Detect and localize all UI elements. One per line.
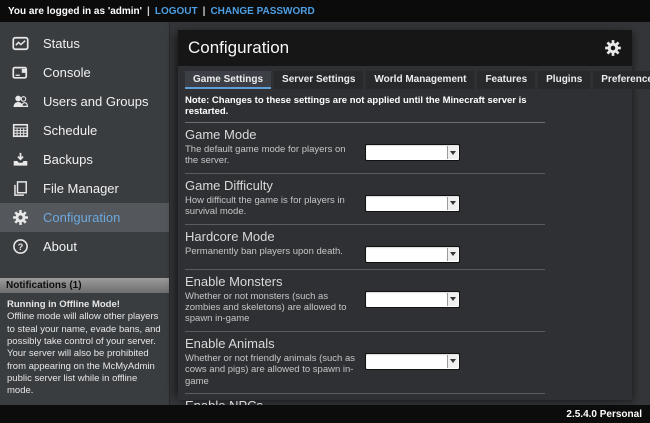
game-difficulty-select[interactable]	[365, 195, 460, 212]
notification-title: Running in Offline Mode!	[7, 299, 162, 311]
sidebar-item-label: Status	[43, 36, 80, 51]
tab-game-settings[interactable]: Game Settings	[185, 71, 271, 89]
sidebar-item-schedule[interactable]: Schedule	[0, 116, 169, 145]
sidebar-item-users-and-groups[interactable]: Users and Groups	[0, 87, 169, 116]
dropdown-arrow-icon	[447, 355, 458, 368]
notifications-panel: Running in Offline Mode! Offline mode wi…	[0, 293, 169, 404]
main-panel: Configuration Game SettingsServer Settin…	[178, 30, 632, 400]
setting-title: Hardcore Mode	[185, 229, 545, 244]
sidebar: Status Console Users and Groups Schedule Bac…	[0, 22, 170, 405]
status-chart-icon	[12, 35, 29, 52]
svg-text:?: ?	[18, 242, 24, 252]
tab-features[interactable]: Features	[477, 71, 535, 89]
version-label: 2.5.4.0 Personal	[566, 409, 642, 420]
tab-server-settings[interactable]: Server Settings	[274, 71, 363, 89]
notifications-header: Notifications (1)	[0, 278, 169, 293]
dropdown-arrow-icon	[447, 146, 458, 159]
separator: |	[203, 6, 206, 17]
separator: |	[147, 6, 150, 17]
settings-content: Note: Changes to these settings are not …	[185, 92, 545, 423]
users-icon	[12, 93, 29, 110]
page-title: Configuration	[188, 38, 604, 58]
restart-note: Note: Changes to these settings are not …	[185, 92, 545, 123]
sidebar-item-label: Configuration	[43, 210, 120, 225]
sidebar-item-label: Console	[43, 65, 91, 80]
sidebar-item-label: Backups	[43, 152, 93, 167]
change-password-link[interactable]: CHANGE PASSWORD	[210, 6, 314, 17]
enable-animals-select[interactable]	[365, 353, 460, 370]
sidebar-item-label: About	[43, 239, 77, 254]
notification-body-text: Offline mode will allow other players to…	[7, 311, 162, 397]
setting-title: Enable Monsters	[185, 274, 545, 289]
console-icon	[12, 64, 29, 81]
footer-bar: 2.5.4.0 Personal	[0, 405, 650, 423]
sidebar-item-label: File Manager	[43, 181, 119, 196]
setting-game-difficulty: Game Difficulty How difficult the game is…	[185, 173, 545, 224]
sidebar-menu: Status Console Users and Groups Schedule Bac…	[0, 22, 169, 261]
logout-link[interactable]: LOGOUT	[155, 6, 198, 17]
sidebar-item-console[interactable]: Console	[0, 58, 169, 87]
tab-bar: Game SettingsServer SettingsWorld Manage…	[185, 71, 625, 89]
tab-plugins[interactable]: Plugins	[538, 71, 590, 89]
enable-monsters-select[interactable]	[365, 291, 460, 308]
file-manager-icon	[12, 180, 29, 197]
setting-description: The default game mode for players on the…	[185, 144, 360, 167]
logged-in-text: You are logged in as 'admin'	[8, 6, 142, 17]
gear-icon	[12, 209, 29, 226]
setting-game-mode: Game Mode The default game mode for playe…	[185, 123, 545, 173]
game-mode-select[interactable]	[365, 144, 460, 161]
panel-header: Configuration	[178, 30, 632, 66]
sidebar-item-file-manager[interactable]: File Manager	[0, 174, 169, 203]
setting-title: Game Mode	[185, 127, 545, 142]
dropdown-arrow-icon	[447, 293, 458, 306]
top-bar: You are logged in as 'admin' | LOGOUT | …	[0, 0, 650, 22]
tab-world-management[interactable]: World Management	[366, 71, 474, 89]
setting-description: Whether or not monsters (such as zombies…	[185, 291, 360, 325]
dropdown-arrow-icon	[447, 197, 458, 210]
schedule-icon	[12, 122, 29, 139]
sidebar-item-status[interactable]: Status	[0, 29, 169, 58]
setting-hardcore-mode: Hardcore Mode Permanently ban players upo…	[185, 224, 545, 269]
backups-icon	[12, 151, 29, 168]
panel-body: Game SettingsServer SettingsWorld Manage…	[178, 66, 632, 423]
dropdown-arrow-icon	[447, 248, 458, 261]
setting-description: Whether or not friendly animals (such as…	[185, 353, 360, 387]
sidebar-item-backups[interactable]: Backups	[0, 145, 169, 174]
setting-description: Permanently ban players upon death.	[185, 246, 360, 257]
sidebar-item-label: Users and Groups	[43, 94, 149, 109]
setting-title: Game Difficulty	[185, 178, 545, 193]
sidebar-item-label: Schedule	[43, 123, 97, 138]
question-circle-icon: ?	[12, 238, 29, 255]
setting-enable-monsters: Enable Monsters Whether or not monsters (…	[185, 269, 545, 331]
setting-enable-animals: Enable Animals Whether or not friendly an…	[185, 331, 545, 393]
gear-icon	[604, 39, 622, 57]
hardcore-mode-select[interactable]	[365, 246, 460, 263]
settings-list: Game Mode The default game mode for playe…	[185, 123, 545, 423]
setting-description: How difficult the game is for players in…	[185, 195, 360, 218]
sidebar-item-about[interactable]: ? About	[0, 232, 169, 261]
setting-title: Enable Animals	[185, 336, 545, 351]
tab-preferences[interactable]: Preferences	[593, 71, 650, 89]
sidebar-item-configuration[interactable]: Configuration	[0, 203, 169, 232]
